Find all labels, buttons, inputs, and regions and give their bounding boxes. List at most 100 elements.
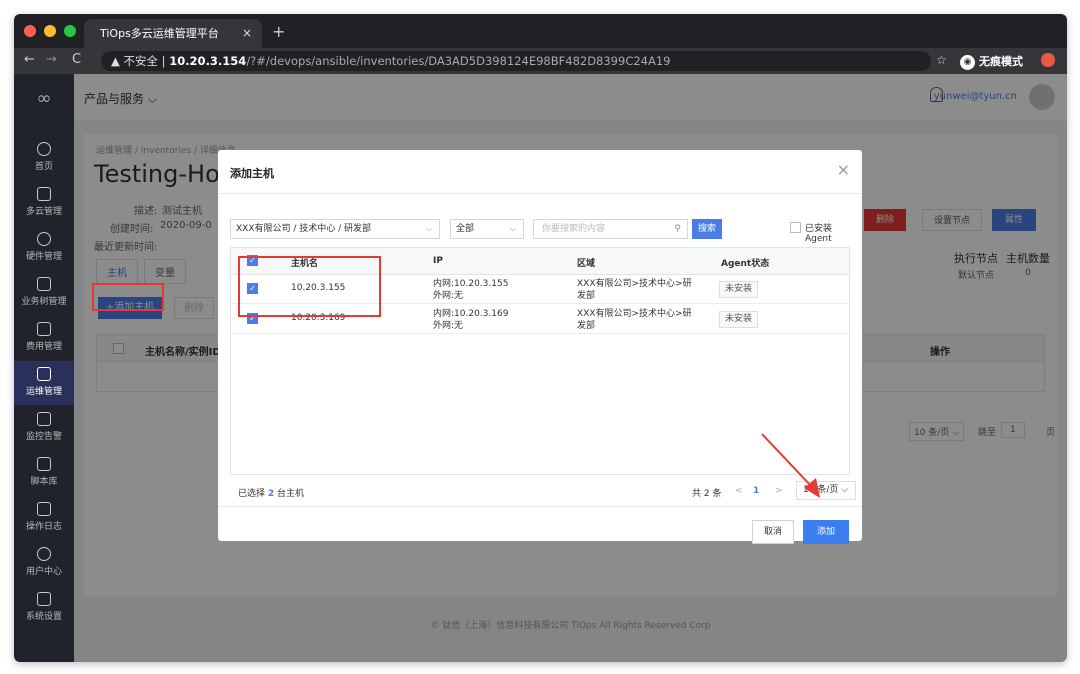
scope-select-value: 全部 xyxy=(456,224,475,234)
scope-select[interactable]: 全部 ⌵ xyxy=(450,219,524,239)
cost-icon xyxy=(37,322,51,336)
org-select[interactable]: XXX有限公司 / 技术中心 / 研发部 ⌵ xyxy=(230,219,440,239)
row-ip-internal: 内网:10.20.3.155 xyxy=(433,279,509,289)
modal-title: 添加主机 xyxy=(230,167,274,180)
forward-icon[interactable]: → xyxy=(46,52,57,67)
sidebar: ∞ 首页 多云管理 硬件管理 业务树管理 费用管理 运维管理 监控告警 脚本库 … xyxy=(14,74,74,662)
incognito-indicator[interactable]: ◉ 无痕模式 xyxy=(960,53,1023,70)
page-size-select[interactable]: 10 条/页 ⌵ xyxy=(796,481,856,500)
sidebar-item-label: 硬件管理 xyxy=(25,252,62,262)
browser-titlebar: TiOps多云运维管理平台 × + xyxy=(14,14,1067,48)
search-input[interactable]: 你要搜索的内容 ⚲ xyxy=(533,219,688,239)
url-host: 10.20.3.154 xyxy=(169,54,247,68)
selected-suffix: 台主机 xyxy=(277,489,305,499)
modal-footer-divider xyxy=(218,506,862,507)
host-picker-panel: XXX有限公司 / 技术中心 / 研发部 ⌵ 全部 ⌵ 你要搜索的内容 ⚲ 搜索 已安… xyxy=(230,202,856,500)
ops-icon xyxy=(37,367,51,381)
sidebar-item-cost[interactable]: 费用管理 xyxy=(14,316,74,360)
sidebar-item-label: 操作日志 xyxy=(25,522,62,532)
sidebar-item-hardware[interactable]: 硬件管理 xyxy=(14,226,74,270)
hardware-icon xyxy=(37,232,51,246)
row-ip: 内网:10.20.3.169 外网:无 xyxy=(433,308,508,332)
agent-status-badge: 未安装 xyxy=(719,281,759,298)
security-label: 不安全 xyxy=(123,54,159,68)
cancel-button[interactable]: 取消 xyxy=(752,520,794,544)
home-icon xyxy=(37,142,51,156)
row-region-line2: 发部 xyxy=(577,321,596,331)
sidebar-item-label: 业务树管理 xyxy=(21,297,67,307)
sidebar-item-label: 监控告警 xyxy=(25,432,62,442)
sidebar-item-multicloud[interactable]: 多云管理 xyxy=(14,181,74,225)
incognito-icon: ◉ xyxy=(960,54,975,70)
selected-count: 2 xyxy=(267,489,275,499)
row-region-line1: XXX有限公司>技术中心>研 xyxy=(577,279,692,289)
sidebar-item-ops[interactable]: 运维管理 xyxy=(14,361,74,405)
sidebar-item-user-center[interactable]: 用户中心 xyxy=(14,541,74,585)
search-button[interactable]: 搜索 xyxy=(692,219,722,239)
prev-page-button[interactable]: < xyxy=(735,486,743,496)
alert-icon xyxy=(37,412,51,426)
address-bar-row: ← → C ▲ 不安全 | 10.20.3.154/?#/devops/ansi… xyxy=(14,48,1067,74)
installed-agent-label: 已安装Agent xyxy=(805,224,833,244)
bookmark-star-icon[interactable]: ☆ xyxy=(936,53,947,67)
add-host-modal: 添加主机 × XXX有限公司 / 技术中心 / 研发部 ⌵ 全部 ⌵ 你要搜索的内容… xyxy=(218,150,862,544)
total-count: 共 2 条 xyxy=(692,489,722,499)
search-icon: ⚲ xyxy=(674,224,681,234)
chevron-down-icon: ⌵ xyxy=(425,224,432,233)
add-button[interactable]: 添加 xyxy=(803,520,849,544)
script-icon xyxy=(37,457,51,471)
url-field[interactable]: ▲ 不安全 | 10.20.3.154/?#/devops/ansible/in… xyxy=(101,51,931,71)
sidebar-item-label: 首页 xyxy=(34,162,53,172)
sidebar-item-logs[interactable]: 操作日志 xyxy=(14,496,74,540)
sidebar-item-home[interactable]: 首页 xyxy=(14,136,74,180)
agent-status-badge: 未安装 xyxy=(719,311,759,328)
incognito-label: 无痕模式 xyxy=(979,55,1023,68)
minimize-window-icon[interactable] xyxy=(44,25,56,37)
tree-icon xyxy=(37,277,51,291)
reload-icon[interactable]: C xyxy=(72,52,81,67)
sidebar-item-label: 多云管理 xyxy=(25,207,62,217)
new-tab-icon[interactable]: + xyxy=(272,22,285,41)
sidebar-item-label: 系统设置 xyxy=(25,612,62,622)
sidebar-item-settings[interactable]: 系统设置 xyxy=(14,586,74,630)
url-path: /?#/devops/ansible/inventories/DA3AD5D39… xyxy=(246,54,671,68)
chevron-down-icon: ⌵ xyxy=(509,224,516,233)
logo-icon[interactable]: ∞ xyxy=(29,88,59,109)
page-number[interactable]: 1 xyxy=(753,486,759,496)
row-region: XXX有限公司>技术中心>研 发部 xyxy=(577,278,692,302)
sidebar-item-scripts[interactable]: 脚本库 xyxy=(14,451,74,495)
modal-divider xyxy=(218,193,862,194)
maximize-window-icon[interactable] xyxy=(64,25,76,37)
sidebar-item-label: 用户中心 xyxy=(25,567,62,577)
log-icon xyxy=(37,502,51,516)
extension-icon[interactable] xyxy=(1041,53,1055,67)
selected-summary: 已选择 2 台主机 xyxy=(238,486,304,499)
highlight-box-selected-hosts xyxy=(238,256,381,317)
tab-close-icon[interactable]: × xyxy=(242,19,252,48)
sidebar-item-label: 费用管理 xyxy=(25,342,62,352)
next-page-button[interactable]: > xyxy=(775,486,783,496)
row-ip: 内网:10.20.3.155 外网:无 xyxy=(433,278,508,302)
sidebar-item-monitoring[interactable]: 监控告警 xyxy=(14,406,74,450)
sidebar-item-label: 运维管理 xyxy=(25,387,62,397)
browser-window: TiOps多云运维管理平台 × + ← → C ▲ 不安全 | 10.20.3.… xyxy=(14,14,1067,662)
browser-tab[interactable]: TiOps多云运维管理平台 × xyxy=(84,19,262,48)
org-select-value: XXX有限公司 / 技术中心 / 研发部 xyxy=(236,224,372,234)
settings-icon xyxy=(37,592,51,606)
warning-icon: ▲ xyxy=(111,54,124,68)
close-window-icon[interactable] xyxy=(24,25,36,37)
sidebar-item-business-tree[interactable]: 业务树管理 xyxy=(14,271,74,315)
col-ip: IP xyxy=(433,256,443,266)
installed-agent-checkbox[interactable] xyxy=(790,222,801,233)
back-icon[interactable]: ← xyxy=(24,52,35,67)
highlight-box-add-host xyxy=(92,283,164,311)
row-ip-internal: 内网:10.20.3.169 xyxy=(433,309,509,319)
row-ip-external: 外网:无 xyxy=(433,321,464,331)
search-placeholder: 你要搜索的内容 xyxy=(542,224,606,234)
row-region-line2: 发部 xyxy=(577,291,596,301)
cloud-icon xyxy=(37,187,51,201)
selected-prefix: 已选择 xyxy=(238,489,266,499)
close-icon[interactable]: × xyxy=(837,160,850,179)
col-region: 区域 xyxy=(577,259,596,269)
row-ip-external: 外网:无 xyxy=(433,291,464,301)
